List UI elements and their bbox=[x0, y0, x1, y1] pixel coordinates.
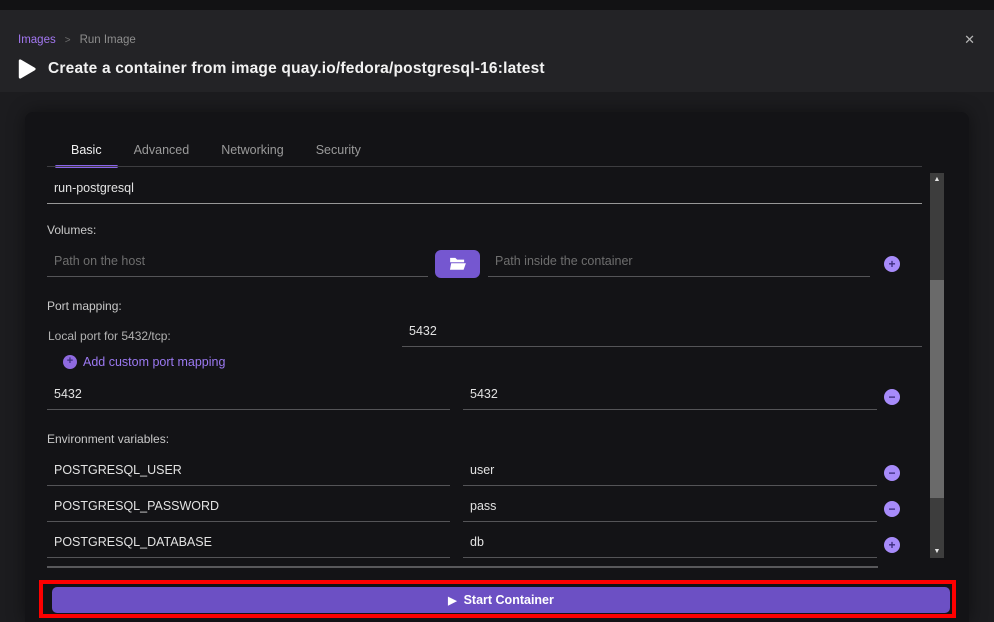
form-footer-divider bbox=[47, 566, 878, 568]
scrollbar-thumb[interactable] bbox=[930, 280, 944, 498]
tab-bar-divider bbox=[47, 166, 922, 167]
env-name-input[interactable] bbox=[47, 532, 450, 558]
add-env-variable-button[interactable]: + bbox=[884, 537, 900, 553]
minus-icon: − bbox=[888, 467, 895, 479]
remove-env-variable-button[interactable]: − bbox=[884, 465, 900, 481]
start-container-button[interactable]: ▶ Start Container bbox=[52, 587, 950, 613]
plus-icon: + bbox=[888, 539, 895, 551]
local-port-label: Local port for 5432/tcp: bbox=[48, 329, 171, 343]
container-name-input[interactable] bbox=[47, 178, 922, 204]
env-value-input[interactable] bbox=[463, 496, 877, 522]
close-icon[interactable]: ✕ bbox=[964, 32, 975, 48]
custom-port-container-input[interactable] bbox=[463, 384, 877, 410]
scrollbar[interactable]: ▲ ▼ bbox=[930, 173, 944, 558]
env-value-input[interactable] bbox=[463, 532, 877, 558]
page-title: Create a container from image quay.io/fe… bbox=[48, 60, 545, 78]
env-name-input[interactable] bbox=[47, 460, 450, 486]
tab-networking[interactable]: Networking bbox=[205, 134, 300, 165]
dialog-header: Images > Run Image ✕ Create a container … bbox=[0, 10, 994, 92]
browse-folder-button[interactable] bbox=[435, 250, 480, 278]
annotation-highlight-box: ▶ Start Container bbox=[39, 580, 956, 618]
tab-security[interactable]: Security bbox=[300, 134, 377, 165]
breadcrumb-images-link[interactable]: Images bbox=[18, 34, 56, 46]
volume-container-path-input[interactable] bbox=[488, 251, 870, 277]
breadcrumb-current: Run Image bbox=[80, 34, 136, 46]
open-folder-icon bbox=[449, 257, 467, 271]
scroll-down-icon[interactable]: ▼ bbox=[930, 545, 944, 558]
breadcrumb-separator-icon: > bbox=[65, 35, 71, 46]
volume-host-path-input[interactable] bbox=[47, 251, 428, 277]
add-custom-port-mapping-link[interactable]: + Add custom port mapping bbox=[63, 355, 225, 369]
volumes-label: Volumes: bbox=[47, 223, 96, 237]
tab-bar: Basic Advanced Networking Security bbox=[55, 134, 377, 165]
add-volume-button[interactable]: + bbox=[884, 256, 900, 272]
plus-circle-icon: + bbox=[63, 355, 77, 369]
plus-icon: + bbox=[888, 258, 895, 270]
custom-port-host-input[interactable] bbox=[47, 384, 450, 410]
scroll-up-icon[interactable]: ▲ bbox=[930, 173, 944, 186]
tab-advanced[interactable]: Advanced bbox=[118, 134, 206, 165]
tab-basic[interactable]: Basic bbox=[55, 134, 118, 165]
env-value-input[interactable] bbox=[463, 460, 877, 486]
remove-env-variable-button[interactable]: − bbox=[884, 501, 900, 517]
breadcrumb: Images > Run Image bbox=[18, 34, 136, 46]
env-name-input[interactable] bbox=[47, 496, 450, 522]
minus-icon: − bbox=[888, 391, 895, 403]
minus-icon: − bbox=[888, 503, 895, 515]
add-custom-port-mapping-label: Add custom port mapping bbox=[83, 355, 225, 369]
window-top-strip bbox=[0, 0, 994, 10]
environment-variables-label: Environment variables: bbox=[47, 432, 169, 446]
local-port-input[interactable] bbox=[402, 321, 922, 347]
play-icon: ▶ bbox=[448, 594, 456, 607]
run-image-form-panel: Basic Advanced Networking Security Volum… bbox=[25, 112, 969, 622]
port-mapping-label: Port mapping: bbox=[47, 299, 122, 313]
start-container-label: Start Container bbox=[464, 593, 554, 607]
remove-port-mapping-button[interactable]: − bbox=[884, 389, 900, 405]
play-icon bbox=[14, 57, 37, 81]
